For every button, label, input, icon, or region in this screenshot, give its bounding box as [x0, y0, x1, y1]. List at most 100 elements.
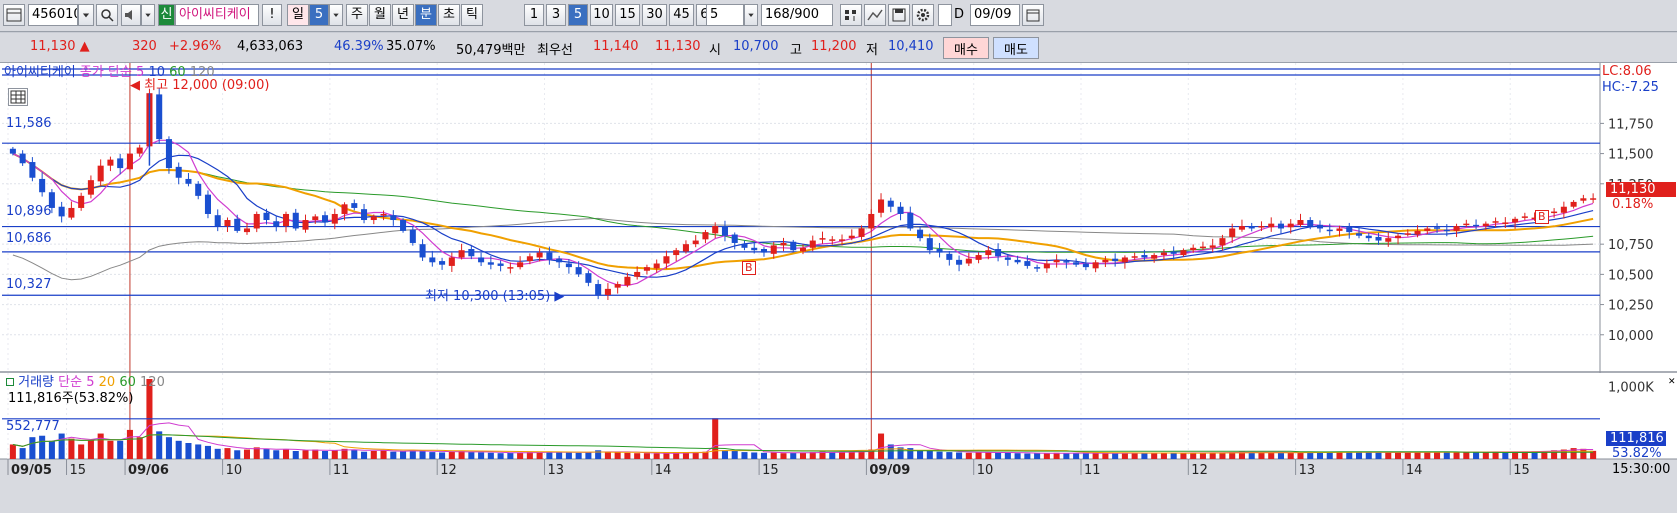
candle-body: [1551, 211, 1558, 214]
gear-icon[interactable]: [912, 4, 934, 26]
volume-bar: [1151, 453, 1158, 459]
volume-legend-ma5: 5: [86, 375, 95, 390]
minute-button-10[interactable]: 10: [590, 4, 613, 26]
candle-body: [429, 257, 436, 263]
volume-bar: [546, 452, 553, 459]
code-dropdown-icon[interactable]: [78, 4, 94, 26]
sell-button[interactable]: 매도: [993, 37, 1039, 59]
minute-button-1[interactable]: 1: [524, 4, 544, 26]
high-annotation: ◀ 최고 12,000 (09:00): [130, 78, 269, 93]
candle-body: [1170, 251, 1177, 254]
volume-bar: [770, 452, 777, 459]
volume-bar: [1297, 452, 1304, 459]
x-tick-label: 11: [333, 463, 350, 478]
stock-name-text: 아이씨티케이: [179, 7, 251, 22]
layout-icon[interactable]: [3, 4, 25, 26]
period-num-select[interactable]: 5: [309, 4, 329, 26]
volume-bar: [1346, 452, 1353, 459]
candle-body: [887, 200, 894, 207]
best-ask-label: 최우선: [537, 43, 573, 58]
candle-body: [312, 216, 319, 221]
draw-tool-icon[interactable]: [864, 4, 886, 26]
minute-button-15[interactable]: 15: [615, 4, 640, 26]
search-icon[interactable]: [96, 4, 118, 26]
volume-bar: [1063, 453, 1070, 459]
chart-area[interactable]: 11,75011,50011,25010,75010,50010,25010,0…: [0, 63, 1677, 513]
speaker-icon[interactable]: [121, 4, 141, 26]
volume-bar: [429, 452, 436, 459]
period-day-button[interactable]: 일: [287, 4, 309, 26]
candle-body: [663, 256, 670, 264]
d-checkbox[interactable]: [938, 4, 952, 26]
candle-body: [195, 183, 202, 196]
candle-body: [673, 250, 680, 256]
stock-code-input[interactable]: 456010: [28, 4, 78, 26]
best-bid-value: 11,130: [655, 39, 701, 54]
candle-body: [1043, 263, 1050, 269]
period-dropdown-icon[interactable]: [329, 4, 343, 26]
volume-bar: [1141, 453, 1148, 459]
stock-code-text: 456010: [32, 7, 78, 22]
volume-bar: [507, 452, 514, 459]
chart-svg[interactable]: 11,75011,50011,25010,75010,50010,25010,0…: [0, 63, 1677, 513]
volume-bar: [214, 448, 221, 459]
candle-body: [585, 273, 592, 283]
speaker-dropdown-icon[interactable]: [141, 4, 155, 26]
current-price: 11,130 ▲: [30, 39, 90, 54]
period-tick-button[interactable]: 틱: [461, 4, 483, 26]
candle-body: [1326, 229, 1333, 232]
crosshair-icon[interactable]: [840, 4, 862, 26]
candle-body: [1131, 256, 1138, 258]
volume-bar: [156, 431, 163, 459]
minute-button-3[interactable]: 3: [546, 4, 566, 26]
period-week-button[interactable]: 주: [346, 4, 368, 26]
volume-bar: [409, 450, 416, 459]
date-value: 09/09: [974, 7, 1012, 22]
candle-body: [1092, 262, 1099, 269]
volume-bar: [799, 452, 807, 459]
period-year-button[interactable]: 년: [392, 4, 414, 26]
candle-body: [1034, 267, 1041, 269]
count-select[interactable]: 5: [706, 4, 744, 26]
amount-value: 50,479백만: [456, 43, 526, 58]
period-month-button[interactable]: 월: [369, 4, 391, 26]
candle-body: [1063, 261, 1070, 263]
candle-body: [39, 178, 46, 193]
date-field[interactable]: 09/09: [970, 4, 1020, 26]
calendar-icon[interactable]: [1022, 4, 1044, 26]
bar-count-field[interactable]: 168/900: [761, 4, 833, 26]
d-label: D: [954, 4, 966, 26]
count-dropdown-icon[interactable]: [744, 4, 758, 26]
candle-body: [526, 256, 533, 262]
candle-body: [1473, 224, 1480, 227]
volume-bar: [751, 452, 758, 459]
candle-body: [380, 213, 387, 216]
volume-bar: [575, 452, 582, 459]
minute-button-5[interactable]: 5: [568, 4, 588, 26]
volume-bar: [1034, 453, 1041, 459]
period-minute-button[interactable]: 분: [415, 4, 437, 26]
buy-button[interactable]: 매수: [943, 37, 989, 59]
candle-body: [1238, 226, 1245, 230]
alert-button[interactable]: !: [262, 4, 282, 26]
minute-button-30[interactable]: 30: [642, 4, 667, 26]
period-day-label: 일: [292, 7, 304, 22]
candle-body: [165, 139, 172, 169]
current-price-tag: 11,130: [1606, 182, 1676, 197]
candle-body: [487, 262, 494, 265]
save-icon[interactable]: [888, 4, 910, 26]
volume-collapse-icon[interactable]: ✕: [1668, 375, 1676, 390]
bar-total-value: /900: [789, 7, 820, 22]
right-arrow-icon: ▶: [554, 289, 565, 304]
minute-button-45[interactable]: 45: [669, 4, 694, 26]
volume-bar: [497, 453, 504, 459]
candle-body: [468, 249, 475, 257]
period-second-button[interactable]: 초: [438, 4, 460, 26]
candle-body: [1190, 247, 1197, 251]
grid-icon[interactable]: [8, 88, 28, 106]
best-ask-value: 11,140: [593, 39, 639, 54]
candle-body: [439, 261, 446, 265]
candle-body: [1199, 246, 1206, 249]
stock-name-field[interactable]: 아이씨티케이: [175, 4, 259, 26]
volume-bar: [302, 450, 309, 459]
